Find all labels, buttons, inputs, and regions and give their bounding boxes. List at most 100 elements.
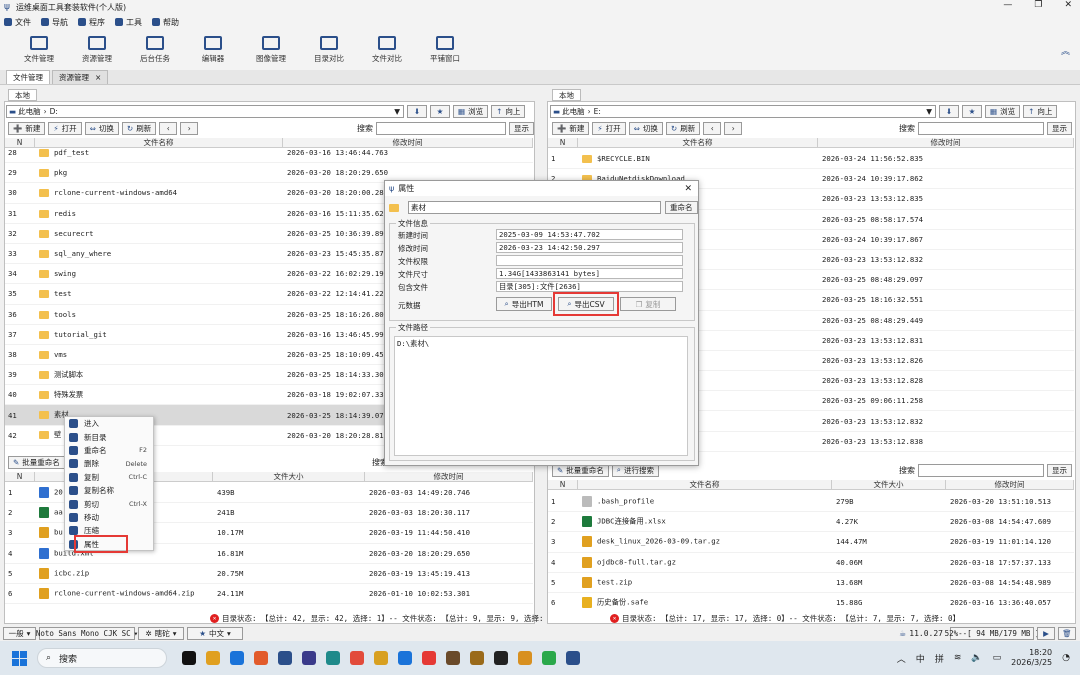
table-row[interactable]: 2 JDBC连接备用.xlsx 4.27K 2026-03-08 14:54:47.6… [548,512,1074,533]
toolbar-button-7[interactable]: 平铺窗口 [416,30,474,70]
table-row[interactable]: 5 test.zip 13.68M 2026-03-08 14:54:48.989 [548,573,1074,593]
context-item-2[interactable]: 重命名 F2 [65,444,153,457]
right-up-button[interactable]: ↑ 向上 [1023,104,1058,118]
tab-file-manager[interactable]: 文件管理 [6,70,50,84]
left-up-button[interactable]: ↑ 向上 [491,104,526,118]
taskbar-app-icon[interactable] [302,651,316,665]
tab-close-icon[interactable]: × [95,73,101,82]
left-browse-button[interactable]: ▦ 浏览 [453,104,489,118]
notification-icon[interactable]: ◔ [1062,653,1070,663]
left-go-button[interactable]: ⬇ [407,104,427,118]
clock[interactable]: 18:20 2026/3/25 [1011,648,1052,668]
tab-resource-manager[interactable]: 资源管理 × [52,70,109,84]
taskbar-app-icon[interactable] [254,651,268,665]
right-new-button[interactable]: ➕ 新建 [552,121,590,135]
menu-item-4[interactable]: 帮助 [152,17,179,28]
left-local-tab[interactable]: 本地 [8,89,37,101]
context-item-1[interactable]: 新目录 [65,430,153,443]
toolbar-button-6[interactable]: 文件对比 [358,30,416,70]
left-switch-button[interactable]: ⇔ 切换 [84,121,119,135]
left-refresh-button[interactable]: ↻ 刷新 [121,121,157,135]
menu-item-1[interactable]: 导航 [41,17,68,28]
close-window-button[interactable]: ✕ [1064,0,1072,10]
right-file-search-input[interactable] [918,463,1044,477]
right-local-tab[interactable]: 本地 [552,89,581,101]
table-row[interactable]: 28 pdf_test 2026-03-16 13:46:44.763 [5,143,533,164]
taskbar-app-icon[interactable] [446,651,460,665]
col-mtime[interactable]: 修改时间 [818,138,1074,147]
taskbar-app-icon[interactable] [230,651,244,665]
language-select[interactable]: ★ 中文 ▾ [187,627,243,640]
menu-item-0[interactable]: 文件 [4,17,31,28]
left-batch-rename-button[interactable]: ✎ 批量重命名 [8,455,65,469]
taskbar-app-icon[interactable] [278,651,292,665]
right-path-box[interactable]: ▬ 此电脑 › E: ▼ [550,104,936,118]
right-go-button[interactable]: ⬇ [939,104,959,118]
table-row[interactable]: 4 ojdbc8-full.tar.gz 40.06M 2026-03-18 17:5… [548,553,1074,573]
export-htm-button[interactable]: ⌕ 导出HTM [496,297,552,311]
col-mtime[interactable]: 修改时间 [946,480,1074,489]
taskbar-app-icon[interactable] [206,651,220,665]
col-size[interactable]: 文件大小 [832,480,946,489]
table-row[interactable]: 5 icbc.zip 20.75M 2026-03-19 13:45:19.413 [5,564,533,584]
context-item-4[interactable]: 复制 Ctrl-C [65,471,153,484]
toolbar-button-4[interactable]: 图像管理 [242,30,300,70]
taskbar-search-box[interactable]: ⌕ 搜索 [37,648,167,668]
font-select[interactable]: Noto Sans Mono CJK SC ▾ [36,627,138,640]
context-item-6[interactable]: 剪切 Ctrl-X [65,497,153,510]
trash-button[interactable]: 🗑 [1058,627,1076,640]
ime-type[interactable]: 拼 [935,652,944,665]
context-item-3[interactable]: 删除 Delete [65,457,153,470]
taskbar-app-icon[interactable] [470,651,484,665]
table-row[interactable]: 6 rclone-current-windows-amd64.zip 24.11M 2… [5,584,533,605]
right-forward-button[interactable]: › [724,121,743,135]
col-size[interactable]: 文件大小 [213,472,365,481]
right-back-button[interactable]: ‹ [703,121,722,135]
left-open-button[interactable]: ⚡ 打开 [48,121,82,135]
mode-select[interactable]: 一般 ▾ [3,627,36,640]
toolbar-button-3[interactable]: 编辑器 [184,30,242,70]
collapse-toolbar-icon[interactable]: ︽ [1061,44,1070,57]
taskbar-app-icon[interactable] [374,651,388,665]
right-open-button[interactable]: ⚡ 打开 [592,121,626,135]
windows-start-icon[interactable] [12,650,27,666]
context-item-5[interactable]: 复制名称 [65,484,153,497]
left-search-input[interactable] [376,121,506,135]
chevron-up-icon[interactable]: ︿ [897,652,906,665]
taskbar-app-icon[interactable] [422,651,436,665]
right-refresh-button[interactable]: ↻ 刷新 [665,121,701,135]
toolbar-button-1[interactable]: 资源管理 [68,30,126,70]
right-show-button[interactable]: 显示 [1047,121,1072,135]
toolbar-button-2[interactable]: 后台任务 [126,30,184,70]
path-dropdown-icon[interactable]: ▼ [926,107,932,116]
battery-icon[interactable]: ▭ [993,653,1002,663]
right-search-input[interactable] [918,121,1044,135]
taskbar-app-icon[interactable] [398,651,412,665]
table-row[interactable]: 6 历史备份.safe 15.88G 2026-03-16 13:36:40.057 [548,593,1074,612]
table-row[interactable]: 1 $RECYCLE.BIN 2026-03-24 11:56:52.835 [548,149,1074,170]
right-switch-button[interactable]: ⇔ 切换 [628,121,663,135]
maximize-button[interactable]: ❐ [1034,0,1042,10]
left-forward-button[interactable]: › [180,121,199,135]
context-item-0[interactable]: 进入 [65,417,153,430]
run-button[interactable]: ▶ [1037,627,1055,640]
left-back-button[interactable]: ‹ [159,121,178,135]
col-mtime[interactable]: 修改时间 [365,472,533,481]
taskbar-app-icon[interactable] [542,651,556,665]
menu-item-3[interactable]: 工具 [115,17,142,28]
dialog-close-icon[interactable]: ✕ [684,184,692,194]
left-new-button[interactable]: ➕ 新建 [8,121,46,135]
volume-icon[interactable]: 🔈 [971,653,982,663]
ime-mode[interactable]: 中 [916,652,925,665]
table-row[interactable]: 1 .bash_profile 279B 2026-03-20 13:51:10.51… [548,492,1074,513]
export-csv-button[interactable]: ⌕ 导出CSV [553,292,619,316]
menu-item-2[interactable]: 程序 [78,17,105,28]
table-row[interactable]: 3 desk_linux_2026-03-09.tar.gz 144.47M 2026… [548,532,1074,553]
context-item-7[interactable]: 移动 [65,511,153,524]
dialog-name-input[interactable]: 素材 [408,201,661,214]
col-n[interactable]: N [548,480,578,489]
left-path-box[interactable]: ▬ 此电脑 › D: ▼ [6,104,404,118]
toolbar-button-5[interactable]: 目录对比 [300,30,358,70]
col-n[interactable]: N [5,472,35,481]
taskbar-app-icon[interactable] [326,651,340,665]
